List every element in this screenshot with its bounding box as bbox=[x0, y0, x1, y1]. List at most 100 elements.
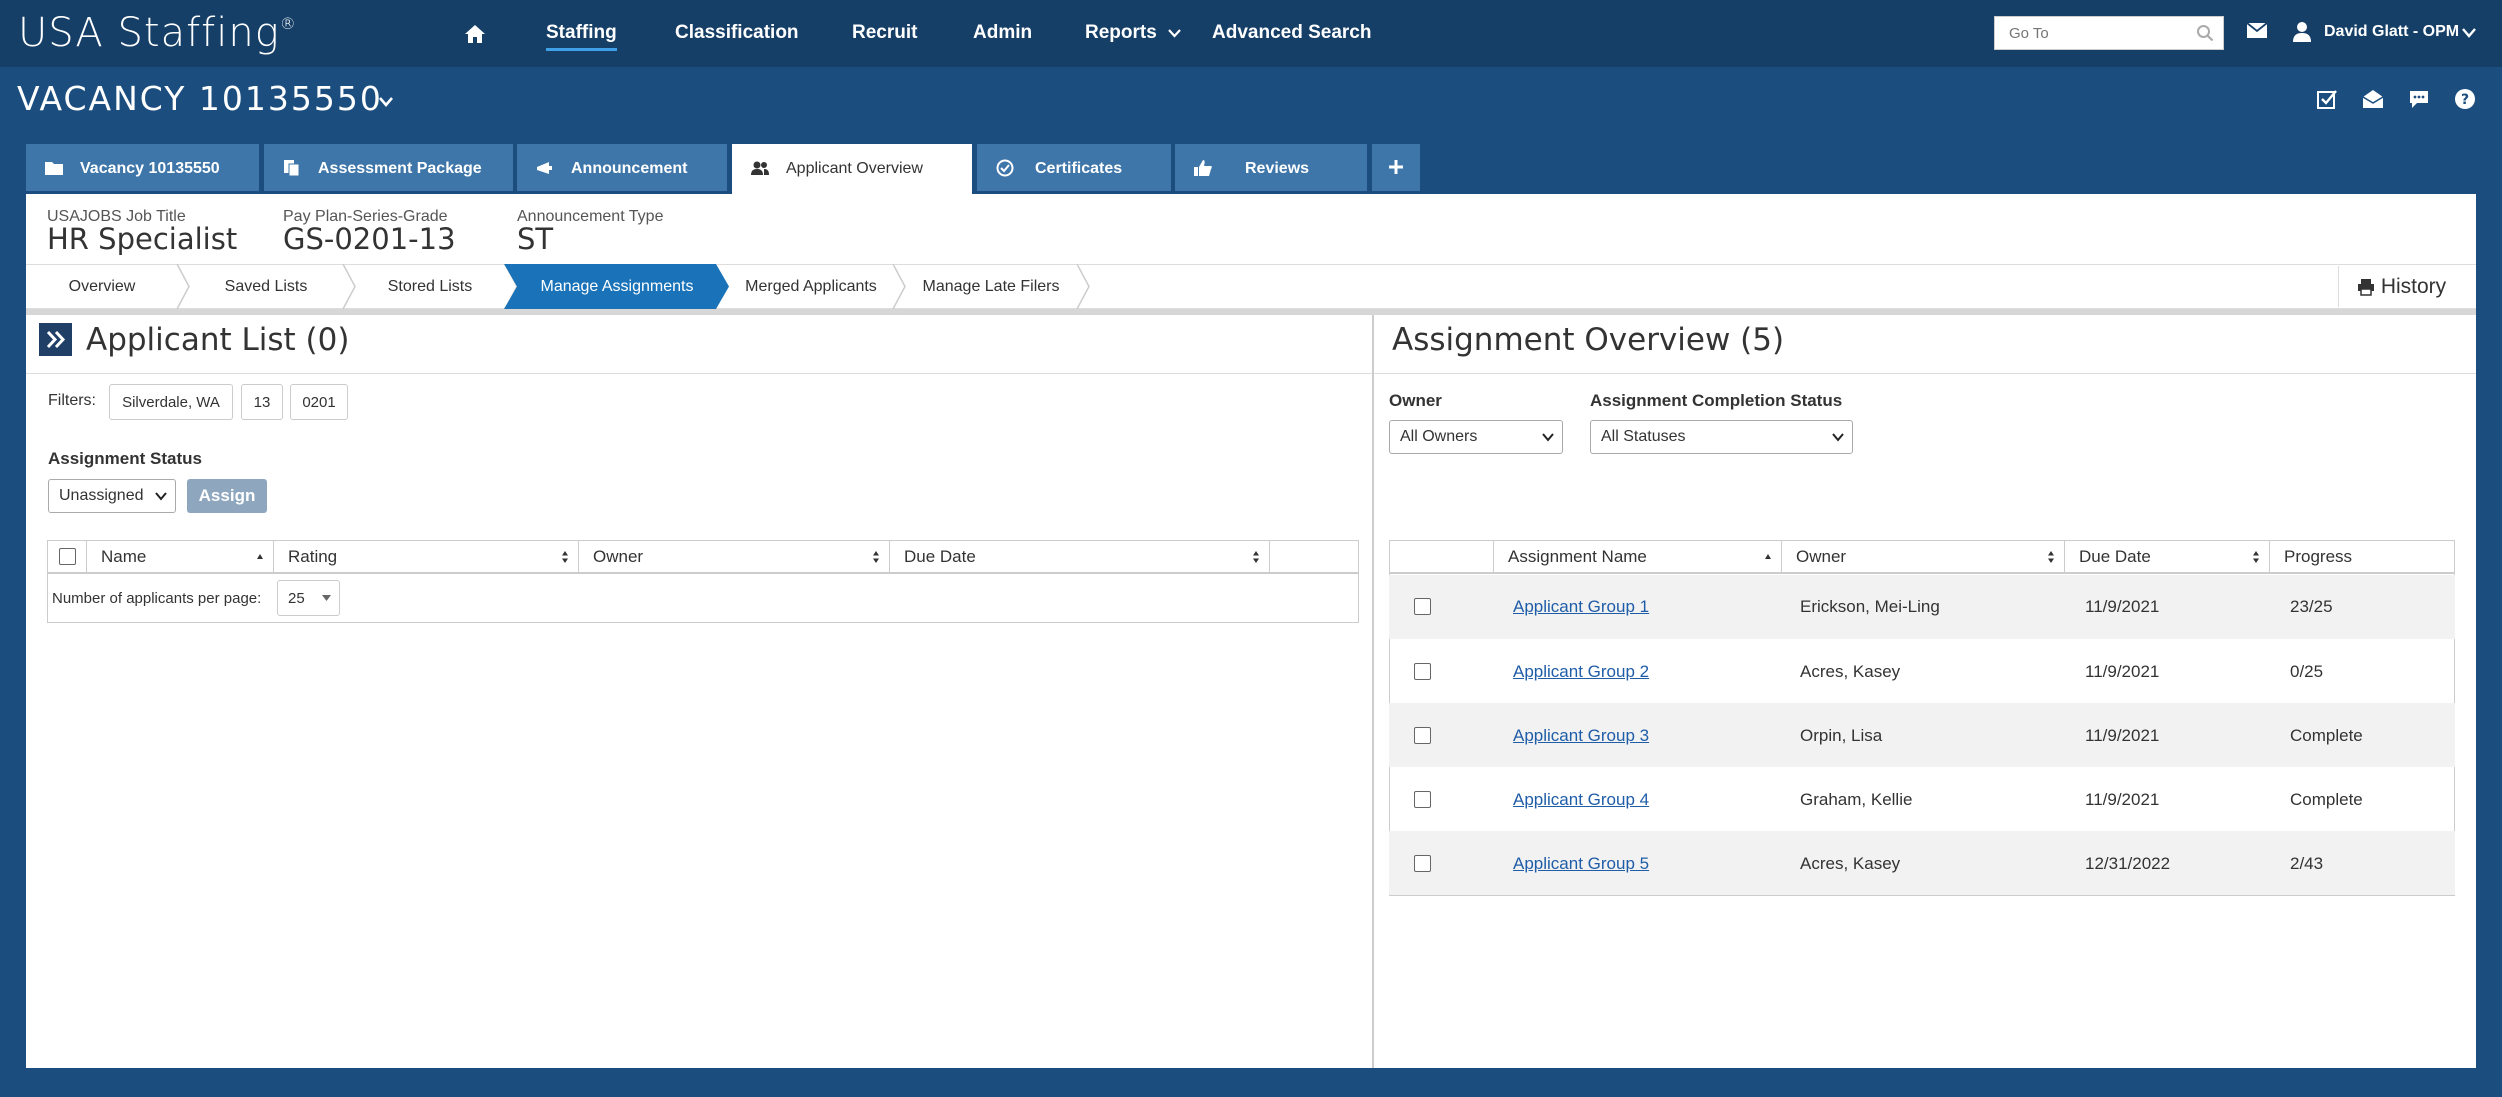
check-circle-icon bbox=[996, 159, 1014, 177]
assignment-owner: Orpin, Lisa bbox=[1800, 726, 1883, 745]
assignment-due-date: 12/31/2022 bbox=[2085, 854, 2171, 873]
brand-name: USA Staffing bbox=[18, 10, 280, 56]
assignment-link[interactable]: Applicant Group 4 bbox=[1513, 790, 1649, 810]
brand-mark: ® bbox=[279, 14, 297, 33]
assignment-due-date: 11/9/2021 bbox=[2085, 790, 2160, 809]
col-due-date-label: Due Date bbox=[904, 547, 976, 566]
step-manage-late-filers[interactable]: Manage Late Filers bbox=[906, 264, 1076, 309]
open-mail-icon[interactable] bbox=[2362, 88, 2384, 110]
row-checkbox[interactable] bbox=[1414, 663, 1431, 680]
assignment-link[interactable]: Applicant Group 1 bbox=[1513, 597, 1649, 617]
col-name-label: Name bbox=[101, 547, 147, 566]
assignment-progress: 2/43 bbox=[2290, 854, 2324, 873]
tab-vacancy[interactable]: Vacancy 10135550 bbox=[26, 144, 259, 191]
col-name[interactable]: Name bbox=[86, 540, 274, 574]
tab-reviews[interactable]: Reviews bbox=[1175, 144, 1367, 191]
step-saved-lists[interactable]: Saved Lists bbox=[190, 264, 342, 309]
per-page-label: Number of applicants per page: bbox=[52, 590, 262, 607]
filter-chip-series[interactable]: 0201 bbox=[290, 384, 348, 420]
applicant-list-title: Applicant List (0) bbox=[86, 322, 350, 358]
row-checkbox[interactable] bbox=[1414, 598, 1431, 615]
table-row: Applicant Group 3 Orpin, Lisa 11/9/2021 … bbox=[1389, 703, 2455, 767]
chevron-right-active-icon bbox=[716, 264, 729, 309]
table-row: Applicant Group 1 Erickson, Mei-Ling 11/… bbox=[1389, 575, 2455, 639]
goto-input[interactable] bbox=[1994, 16, 2224, 50]
history-label: History bbox=[2380, 274, 2447, 298]
chevron-down-icon bbox=[1168, 29, 1181, 38]
col-assignment-name[interactable]: Assignment Name bbox=[1494, 540, 1782, 574]
nav-classification[interactable]: Classification bbox=[675, 22, 799, 44]
nav-recruit[interactable]: Recruit bbox=[852, 22, 917, 44]
vacancy-title: VACANCY 10135550 bbox=[17, 79, 383, 118]
history-button[interactable]: History bbox=[2338, 266, 2464, 307]
col-due-date[interactable]: Due Date bbox=[890, 540, 1270, 574]
col-rating[interactable]: Rating bbox=[274, 540, 579, 574]
tab-assessment-package[interactable]: Assessment Package bbox=[264, 144, 513, 191]
col-progress[interactable]: Progress bbox=[2270, 540, 2455, 574]
assignment-status-select[interactable]: Unassigned bbox=[48, 479, 176, 513]
filter-chip-location[interactable]: Silverdale, WA bbox=[109, 384, 233, 420]
grade-value: GS-0201-13 bbox=[283, 222, 456, 256]
user-icon[interactable] bbox=[2292, 21, 2312, 43]
tasks-icon[interactable] bbox=[2316, 88, 2338, 110]
brand-logo[interactable]: USA Staffing® bbox=[18, 10, 297, 56]
assignment-status-value: Unassigned bbox=[59, 487, 144, 504]
step-manage-assignments[interactable]: Manage Assignments bbox=[518, 264, 716, 309]
help-icon[interactable]: ? bbox=[2454, 88, 2476, 110]
assignment-due-date: 11/9/2021 bbox=[2085, 726, 2160, 745]
search-icon[interactable] bbox=[2196, 24, 2214, 42]
row-checkbox[interactable] bbox=[1414, 791, 1431, 808]
caret-down-icon bbox=[322, 595, 331, 601]
add-tab-button[interactable] bbox=[1372, 144, 1420, 191]
per-page-select[interactable]: 25 bbox=[277, 580, 340, 616]
nav-advanced-search[interactable]: Advanced Search bbox=[1212, 22, 1371, 44]
table-row: Applicant Group 4 Graham, Kellie 11/9/20… bbox=[1389, 767, 2455, 831]
col-rating-label: Rating bbox=[288, 547, 338, 566]
nav-staffing[interactable]: Staffing bbox=[546, 22, 617, 51]
expand-panel-button[interactable] bbox=[39, 323, 72, 356]
assignment-link[interactable]: Applicant Group 2 bbox=[1513, 662, 1649, 682]
select-all-checkbox[interactable] bbox=[59, 548, 76, 565]
svg-text:?: ? bbox=[2461, 92, 2469, 108]
step-overview[interactable]: Overview bbox=[28, 264, 176, 309]
job-title-value: HR Specialist bbox=[47, 222, 238, 256]
col-assignment-owner[interactable]: Owner bbox=[1782, 540, 2065, 574]
home-icon[interactable] bbox=[464, 24, 486, 44]
user-name[interactable]: David Glatt - OPM bbox=[2324, 23, 2459, 41]
nav-admin[interactable]: Admin bbox=[973, 22, 1032, 44]
table-row: Applicant Group 2 Acres, Kasey 11/9/2021… bbox=[1389, 639, 2455, 703]
owner-filter-select[interactable]: All Owners bbox=[1389, 420, 1563, 454]
completion-status-select[interactable]: All Statuses bbox=[1590, 420, 1853, 454]
assignment-link[interactable]: Applicant Group 5 bbox=[1513, 854, 1649, 874]
nav-reports-label: Reports bbox=[1085, 22, 1157, 43]
filter-chip-grade[interactable]: 13 bbox=[241, 384, 283, 420]
tab-applicant-overview[interactable]: Applicant Overview bbox=[732, 144, 972, 194]
step-stored-lists[interactable]: Stored Lists bbox=[356, 264, 504, 309]
row-checkbox[interactable] bbox=[1414, 727, 1431, 744]
mail-icon[interactable] bbox=[2246, 22, 2268, 39]
tab-certificates[interactable]: Certificates bbox=[977, 144, 1171, 191]
step-merged-applicants[interactable]: Merged Applicants bbox=[730, 264, 892, 309]
comment-icon[interactable] bbox=[2408, 88, 2430, 110]
chevron-right-icon bbox=[892, 264, 906, 309]
announcement-type-value: ST bbox=[517, 222, 554, 256]
owner-filter-label: Owner bbox=[1389, 391, 1442, 410]
assign-button[interactable]: Assign bbox=[187, 479, 267, 513]
col-assignment-due-date[interactable]: Due Date bbox=[2065, 540, 2270, 574]
chevron-right-icon bbox=[342, 264, 356, 309]
chevron-down-icon bbox=[1832, 433, 1844, 442]
plus-icon bbox=[1389, 160, 1403, 174]
nav-reports[interactable]: Reports bbox=[1085, 22, 1181, 44]
tab-assessment-package-label: Assessment Package bbox=[318, 160, 482, 177]
assignment-progress: 0/25 bbox=[2290, 662, 2324, 681]
chevron-down-icon[interactable] bbox=[378, 96, 394, 108]
col-owner[interactable]: Owner bbox=[579, 540, 890, 574]
row-checkbox[interactable] bbox=[1414, 855, 1431, 872]
tab-vacancy-label: Vacancy 10135550 bbox=[80, 160, 220, 177]
assignment-link[interactable]: Applicant Group 3 bbox=[1513, 726, 1649, 746]
col-owner-label: Owner bbox=[593, 547, 644, 566]
tab-announcement-label: Announcement bbox=[571, 160, 688, 177]
sort-asc-icon bbox=[1765, 554, 1771, 559]
tab-announcement[interactable]: Announcement bbox=[517, 144, 727, 191]
chevron-down-icon[interactable] bbox=[2462, 28, 2476, 38]
